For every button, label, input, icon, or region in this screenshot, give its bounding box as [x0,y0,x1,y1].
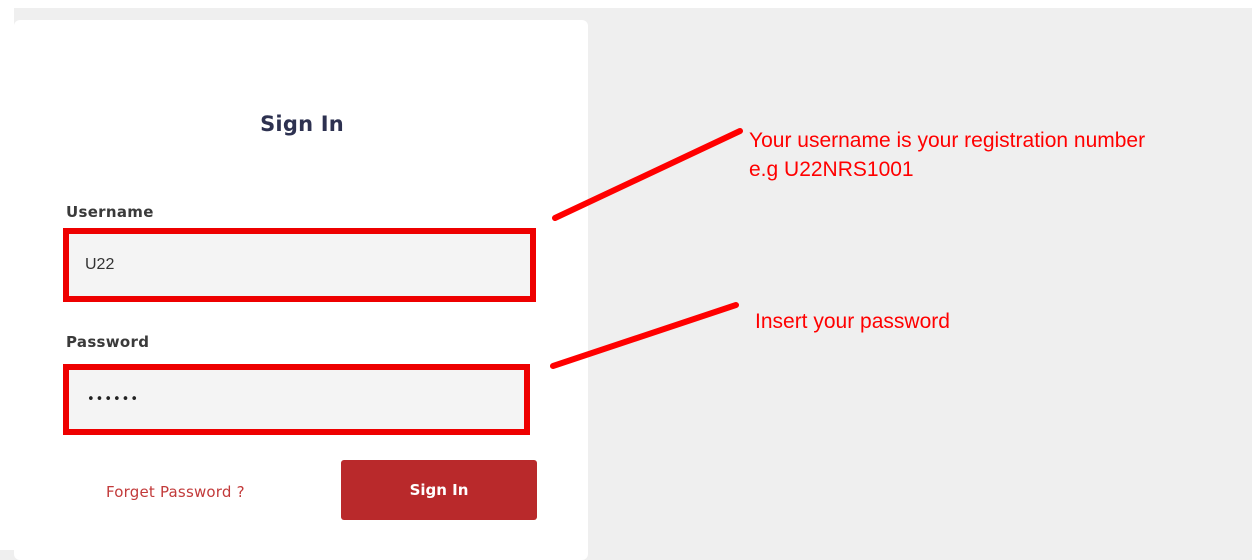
username-hint-line2: e.g U22NRS1001 [749,158,914,181]
forgot-password-link[interactable]: Forget Password ? [106,483,245,501]
page-top-strip [0,0,1252,8]
sign-in-button[interactable]: Sign In [341,460,537,520]
page-left-strip [0,0,14,550]
username-label: Username [66,203,154,221]
page-title: Sign In [260,112,344,136]
password-field-highlight[interactable]: •••••• [63,364,530,435]
password-input[interactable]: •••••• [87,370,139,429]
password-label: Password [66,333,150,351]
username-hint-line1: Your username is your registration numbe… [749,129,1146,152]
password-hint: Insert your password [755,310,950,333]
username-field-highlight [63,228,536,302]
username-input[interactable] [69,234,530,296]
